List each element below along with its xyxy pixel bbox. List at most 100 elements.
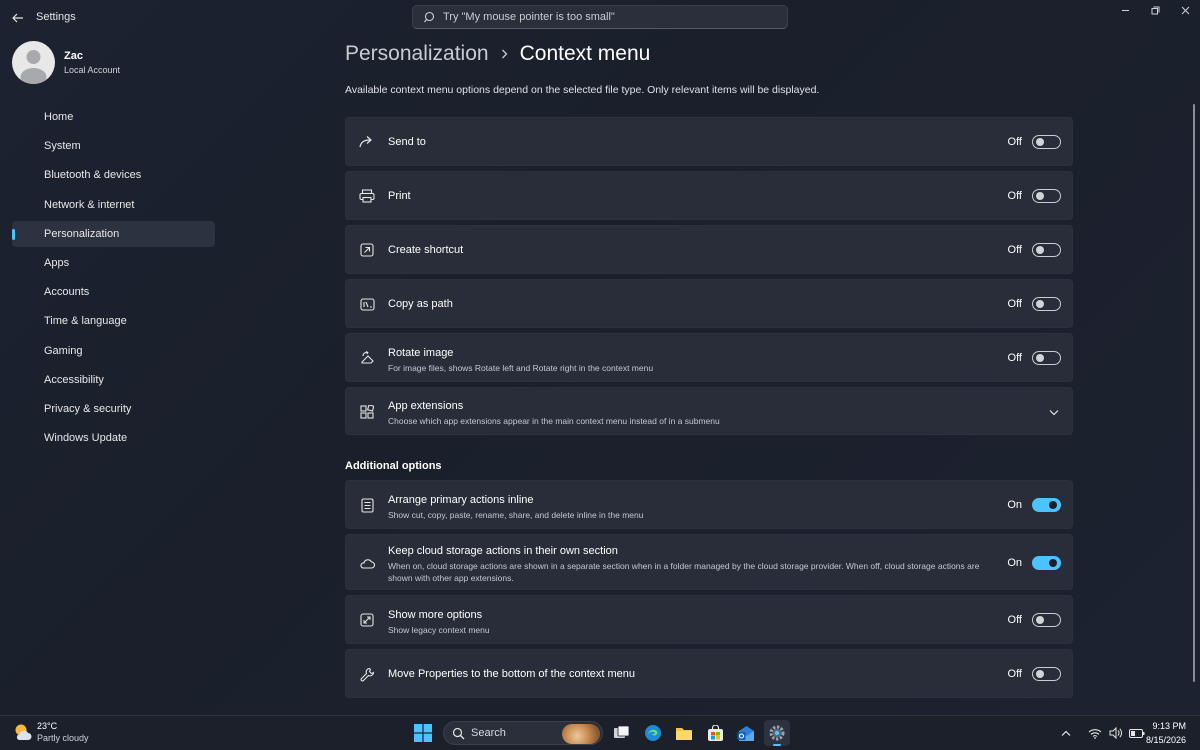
sidebar-item-gaming[interactable]: Gaming [12, 338, 215, 364]
user-profile[interactable]: Zac Local Account [12, 41, 120, 84]
clock[interactable]: 9:13 PM 8/15/2026 [1146, 721, 1186, 745]
setting-print[interactable]: Print Off [345, 171, 1073, 220]
toggle-state-label: Off [1007, 136, 1022, 148]
title-bar: Settings [0, 0, 1200, 36]
show-more-options-toggle[interactable] [1032, 613, 1061, 627]
sidebar-item-personalization[interactable]: Personalization [12, 220, 215, 247]
section-title-additional-options: Additional options [345, 460, 442, 472]
minimize-button[interactable] [1110, 0, 1140, 20]
toggle-state-label: Off [1007, 190, 1022, 202]
weather-widget[interactable]: 23°C Partly cloudy [12, 721, 89, 743]
sidebar-item-network-internet[interactable]: Network & internet [12, 192, 215, 218]
share-arrow-icon [358, 133, 376, 151]
chevron-down-icon[interactable] [1048, 406, 1060, 418]
send-to-toggle[interactable] [1032, 135, 1061, 149]
sidebar-item-time-language[interactable]: Time & language [12, 308, 215, 334]
move-properties-toggle[interactable] [1032, 667, 1061, 681]
edge-browser-button[interactable] [640, 720, 666, 746]
sidebar-item-bluetooth-devices[interactable]: Bluetooth & devices [12, 162, 215, 188]
microsoft-store-button[interactable] [702, 720, 728, 746]
minimize-icon [1121, 9, 1129, 11]
weather-description: Partly cloudy [37, 733, 89, 743]
toggle-state-label: Off [1007, 614, 1022, 626]
setting-create-shortcut[interactable]: Create shortcut Off [345, 225, 1073, 274]
apps-grid-icon [358, 403, 376, 421]
print-toggle[interactable] [1032, 189, 1061, 203]
edge-browser-icon [645, 725, 661, 741]
setting-title: Create shortcut [388, 244, 464, 256]
setting-subtitle: Choose which app extensions appear in th… [388, 416, 720, 426]
search-icon [423, 10, 437, 24]
volume-icon[interactable] [1108, 726, 1124, 740]
breadcrumb-parent-link[interactable]: Personalization [345, 42, 489, 66]
clock-time: 9:13 PM [1152, 721, 1186, 731]
sidebar-item-privacy-security[interactable]: Privacy & security [12, 396, 215, 422]
sidebar-item-system[interactable]: System [12, 133, 215, 159]
setting-app-extensions[interactable]: App extensions Choose which app extensio… [345, 387, 1073, 435]
toggle-state-label: On [1007, 557, 1022, 569]
settings-window: Settings Zac Local Account [0, 0, 1200, 715]
profile-name: Zac [64, 50, 83, 62]
taskbar: 23°C Partly cloudy Search 9:13 PM 8/15/2… [0, 715, 1200, 750]
cloud-icon [358, 554, 376, 572]
windows-logo-icon [414, 724, 432, 742]
window-controls [1110, 0, 1200, 20]
setting-title: Show more options [388, 609, 483, 621]
system-tray [1058, 726, 1150, 740]
sidebar-item-accounts[interactable]: Accounts [12, 279, 215, 305]
close-icon [1181, 6, 1189, 14]
back-button[interactable] [8, 8, 28, 28]
toggle-state-label: Off [1007, 244, 1022, 256]
folder-icon [676, 727, 692, 740]
wifi-icon[interactable] [1087, 726, 1103, 740]
clock-date: 8/15/2026 [1145, 735, 1186, 745]
setting-send-to[interactable]: Send to Off [345, 117, 1073, 166]
rotate-image-toggle[interactable] [1032, 351, 1061, 365]
setting-title: Move Properties to the bottom of the con… [388, 668, 636, 680]
user-silhouette-icon [20, 50, 47, 84]
expand-icon [358, 611, 376, 629]
setting-copy-as-path[interactable]: Copy as path Off [345, 279, 1073, 328]
copy-as-path-toggle[interactable] [1032, 297, 1061, 311]
setting-cloud-storage-actions[interactable]: Keep cloud storage actions in their own … [345, 534, 1073, 590]
sidebar-item-apps[interactable]: Apps [12, 250, 215, 276]
file-explorer-button[interactable] [671, 720, 697, 746]
settings-search-box[interactable] [412, 5, 788, 29]
setting-title: Arrange primary actions inline [388, 494, 534, 506]
setting-move-properties[interactable]: Move Properties to the bottom of the con… [345, 649, 1073, 698]
setting-title: Print [388, 190, 411, 202]
start-button[interactable] [410, 720, 436, 746]
task-view-button[interactable] [609, 720, 635, 746]
chevron-up-icon[interactable] [1058, 726, 1074, 740]
mail-icon [737, 725, 754, 741]
setting-title: Keep cloud storage actions in their own … [388, 545, 618, 557]
search-highlight-illustration [562, 724, 600, 744]
taskbar-search-label: Search [471, 727, 506, 739]
profile-account-type: Local Account [64, 65, 121, 75]
weather-temperature: 23°C [37, 721, 58, 731]
sidebar-item-accessibility[interactable]: Accessibility [12, 367, 215, 393]
setting-rotate-image[interactable]: Rotate image For image files, shows Rota… [345, 333, 1073, 382]
setting-title: Rotate image [388, 347, 454, 359]
toggle-state-label: Off [1007, 668, 1022, 680]
cloud-storage-actions-toggle[interactable] [1032, 556, 1061, 570]
settings-app-button[interactable] [764, 720, 790, 746]
printer-icon [358, 187, 376, 205]
taskbar-apps: Search [410, 720, 795, 746]
restore-button[interactable] [1140, 0, 1170, 20]
sidebar-item-windows-update[interactable]: Windows Update [12, 425, 215, 451]
close-button[interactable] [1170, 0, 1200, 20]
setting-title: Copy as path [388, 298, 453, 310]
arrange-primary-actions-toggle[interactable] [1032, 498, 1061, 512]
scrollbar[interactable] [1193, 104, 1195, 682]
create-shortcut-toggle[interactable] [1032, 243, 1061, 257]
shortcut-icon [358, 241, 376, 259]
setting-show-more-options[interactable]: Show more options Show legacy context me… [345, 595, 1073, 644]
sidebar-item-home[interactable]: Home [12, 104, 215, 130]
outlook-mail-button[interactable] [733, 720, 759, 746]
setting-subtitle: When on, cloud storage actions are shown… [388, 561, 980, 583]
setting-arrange-primary-actions[interactable]: Arrange primary actions inline Show cut,… [345, 480, 1073, 529]
battery-icon[interactable] [1129, 726, 1145, 740]
settings-search-input[interactable] [443, 11, 773, 23]
taskbar-search-box[interactable]: Search [443, 721, 603, 745]
